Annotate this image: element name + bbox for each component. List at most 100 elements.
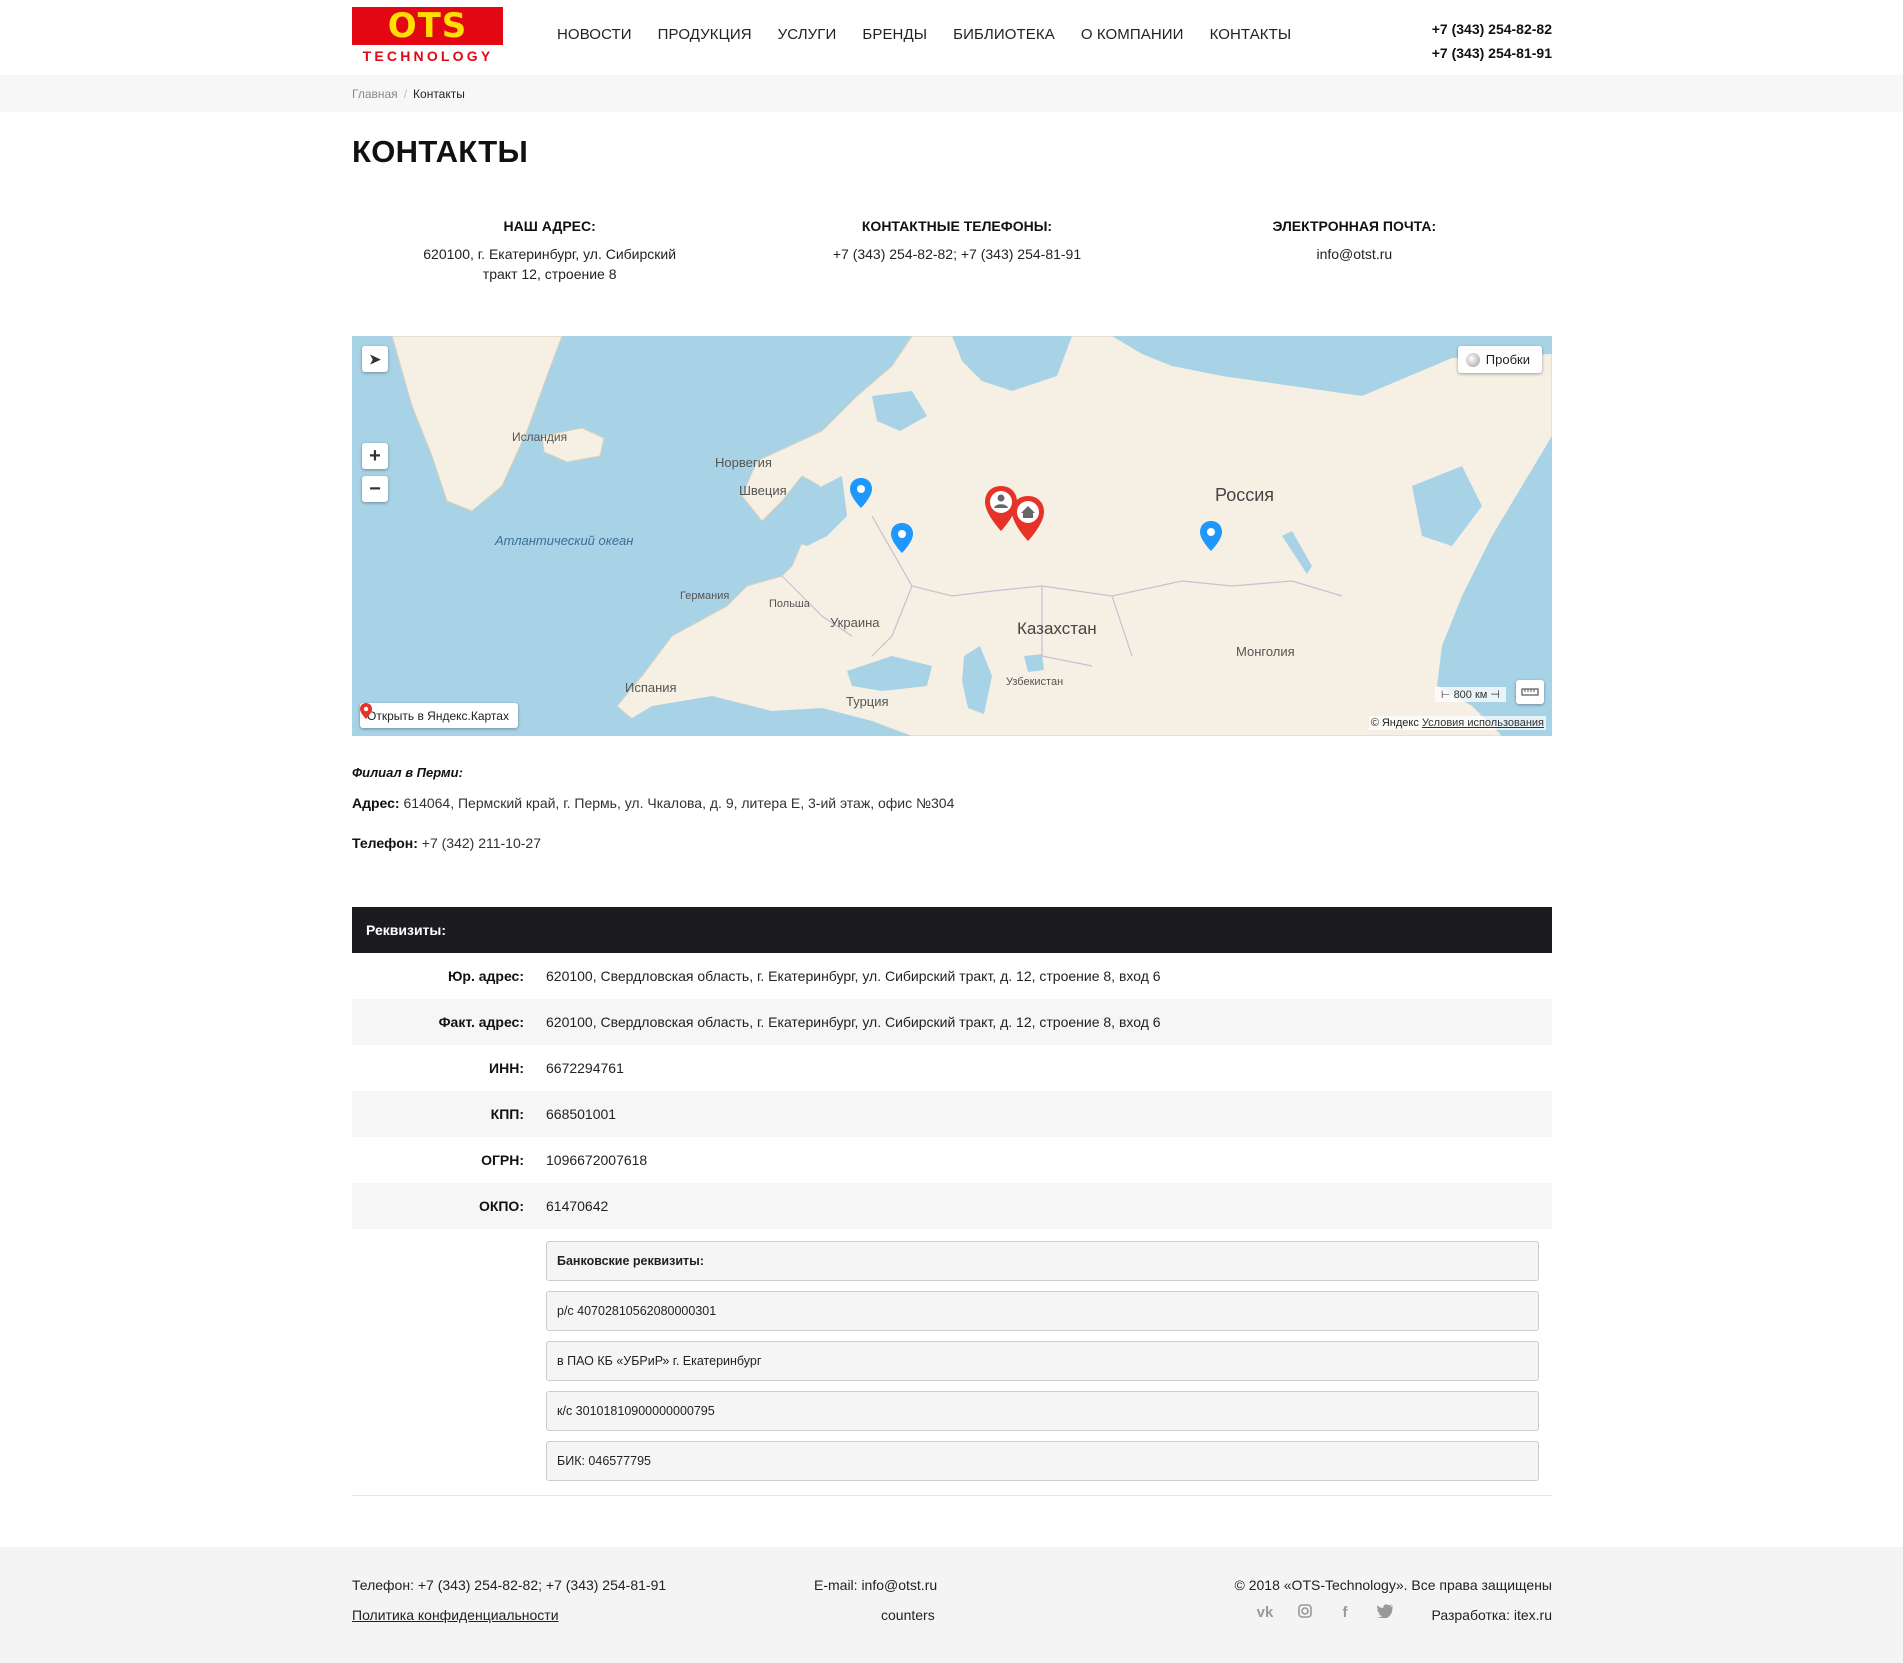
requisites-table: Юр. адрес: 620100, Свердловская область, …: [352, 953, 1552, 1229]
bank-account: р/с 40702810562080000301: [546, 1291, 1539, 1331]
scale-label: 800 км: [1453, 689, 1488, 701]
map-marker-blue[interactable]: [891, 523, 921, 563]
bank-details: Банковские реквизиты: р/с 40702810562080…: [546, 1241, 1539, 1481]
breadcrumb-bar: Главная / Контакты: [0, 75, 1903, 112]
land-greenland: [391, 336, 563, 512]
map-label-mongolia: Монголия: [1236, 644, 1295, 659]
nav-library[interactable]: БИБЛИОТЕКА: [953, 26, 1055, 43]
header-phones: +7 (343) 254-82-82 +7 (343) 254-81-91: [1432, 17, 1552, 65]
map-label-iceland: Исландия: [512, 430, 568, 444]
geolocation-button[interactable]: ➤: [362, 346, 388, 372]
branch-address-label: Адрес:: [352, 795, 400, 811]
map-label-turkey: Турция: [846, 694, 889, 709]
site-header: OTS TECHNOLOGY НОВОСТИ ПРОДУКЦИЯ УСЛУГИ …: [0, 0, 1903, 75]
minus-icon: −: [369, 477, 381, 500]
nav-services[interactable]: УСЛУГИ: [778, 26, 837, 43]
map-label-ukraine: Украина: [830, 615, 880, 630]
email-value[interactable]: info@otst.ru: [1157, 244, 1552, 264]
open-map-label: Открыть в Яндекс.Картах: [367, 708, 509, 723]
map-label-kazakhstan: Казахстан: [1017, 619, 1097, 638]
row-key: Факт. адрес:: [438, 1014, 524, 1030]
breadcrumb-home[interactable]: Главная: [352, 87, 398, 101]
zoom-in-button[interactable]: +: [362, 443, 388, 469]
map-label-germany: Германия: [680, 590, 730, 602]
map-marker-blue[interactable]: [850, 478, 880, 518]
row-key: ОГРН:: [481, 1152, 524, 1168]
locate-arrow-icon: ➤: [369, 350, 381, 367]
bank-details-title: Банковские реквизиты:: [546, 1241, 1539, 1281]
row-value: 620100, Свердловская область, г. Екатери…: [546, 968, 1161, 984]
privacy-policy-link[interactable]: Политика конфиденциальности: [352, 1607, 559, 1623]
map-marker-blue[interactable]: [1200, 521, 1230, 561]
row-key: ИНН:: [489, 1060, 524, 1076]
footer-counters: counters: [881, 1607, 935, 1623]
yandex-map[interactable]: Исландия Норвегия Швеция Атлантический о…: [352, 336, 1552, 736]
traffic-label: Пробки: [1485, 352, 1530, 367]
table-row: ОГРН: 1096672007618: [352, 1137, 1552, 1183]
row-key: КПП:: [490, 1106, 524, 1122]
footer-phone: Телефон: +7 (343) 254-82-82; +7 (343) 25…: [352, 1577, 667, 1593]
phones-value: +7 (343) 254-82-82; +7 (343) 254-81-91: [832, 246, 1082, 262]
map-copyright: © Яндекс Условия использования: [1368, 716, 1546, 730]
developer-credit[interactable]: Разработка: itex.ru: [1431, 1607, 1552, 1623]
branch-phone-value: +7 (342) 211-10-27: [421, 835, 541, 851]
vk-icon[interactable]: vk: [1245, 1604, 1285, 1622]
row-value: 6672294761: [546, 1060, 624, 1076]
nav-contacts[interactable]: КОНТАКТЫ: [1210, 26, 1292, 43]
breadcrumb-separator: /: [403, 87, 408, 101]
land-eurasia: [616, 336, 1552, 736]
map-label-sweden: Швеция: [739, 483, 787, 498]
table-row: Факт. адрес: 620100, Свердловская область…: [352, 999, 1552, 1045]
map-label-norway: Норвегия: [715, 455, 772, 470]
divider: [352, 1495, 1552, 1496]
social-links: vk f: [1245, 1604, 1405, 1622]
header-phone-2[interactable]: +7 (343) 254-81-91: [1432, 41, 1552, 65]
phones-title: КОНТАКТНЫЕ ТЕЛЕФОНЫ:: [861, 218, 1053, 234]
traffic-button[interactable]: Пробки: [1457, 346, 1542, 373]
terms-link[interactable]: Условия использования: [1422, 717, 1544, 729]
zoom-out-button[interactable]: −: [362, 476, 388, 502]
facebook-icon[interactable]: f: [1325, 1604, 1365, 1622]
row-value: 61470642: [546, 1198, 609, 1214]
map-label-russia: Россия: [1215, 485, 1275, 505]
map-label-spain: Испания: [625, 680, 677, 695]
row-key: Юр. адрес:: [447, 968, 524, 984]
breadcrumb: Главная / Контакты: [352, 75, 1552, 101]
map-label-poland: Польша: [769, 598, 810, 610]
map-marker-home[interactable]: [1012, 496, 1052, 546]
branch-title: Филиал в Перми:: [352, 765, 463, 780]
address-block: НАШ АДРЕС: 620100, г. Екатеринбург, ул. …: [352, 218, 747, 336]
address-title: НАШ АДРЕС:: [503, 218, 596, 234]
row-key: ОКПО:: [478, 1198, 524, 1214]
correspondent-account: к/с 30101810900000000795: [546, 1391, 1539, 1431]
yandex-copyright: © Яндекс: [1370, 717, 1419, 729]
table-row: КПП: 668501001: [352, 1091, 1552, 1137]
breadcrumb-current: Контакты: [413, 87, 465, 101]
ruler-button[interactable]: [1516, 680, 1544, 704]
nav-brands[interactable]: БРЕНДЫ: [862, 26, 927, 43]
nav-news[interactable]: НОВОСТИ: [557, 26, 632, 43]
twitter-icon[interactable]: [1365, 1604, 1405, 1622]
bank-name: в ПАО КБ «УБРиР» г. Екатеринбург: [546, 1341, 1539, 1381]
table-row: Юр. адрес: 620100, Свердловская область, …: [352, 953, 1552, 999]
branch-phone: Телефон: +7 (342) 211-10-27: [352, 833, 1552, 853]
nav-about[interactable]: О КОМПАНИИ: [1081, 26, 1184, 43]
open-in-yandex-maps[interactable]: Открыть в Яндекс.Картах: [360, 703, 518, 728]
logo-sub: TECHNOLOGY: [362, 48, 494, 64]
branch-address-value: 614064, Пермский край, г. Пермь, ул. Чка…: [403, 795, 955, 811]
footer-copyright: © 2018 «OTS-Technology». Все права защищ…: [1234, 1577, 1552, 1593]
requisites-title: Реквизиты:: [352, 907, 1552, 953]
table-row: ОКПО: 61470642: [352, 1183, 1552, 1229]
plus-icon: +: [369, 444, 381, 467]
header-phone-1[interactable]: +7 (343) 254-82-82: [1432, 17, 1552, 41]
traffic-light-icon: [1465, 352, 1480, 367]
logo[interactable]: OTS TECHNOLOGY: [352, 7, 504, 67]
branch-phone-label: Телефон:: [352, 835, 418, 851]
instagram-icon[interactable]: [1285, 1604, 1325, 1622]
table-row: ИНН: 6672294761: [352, 1045, 1552, 1091]
row-value: 668501001: [546, 1106, 617, 1122]
bank-bik: БИК: 046577795: [546, 1441, 1539, 1481]
footer-email[interactable]: E-mail: info@otst.ru: [814, 1577, 937, 1593]
page-title: КОНТАКТЫ: [352, 134, 529, 169]
nav-products[interactable]: ПРОДУКЦИЯ: [658, 26, 752, 43]
